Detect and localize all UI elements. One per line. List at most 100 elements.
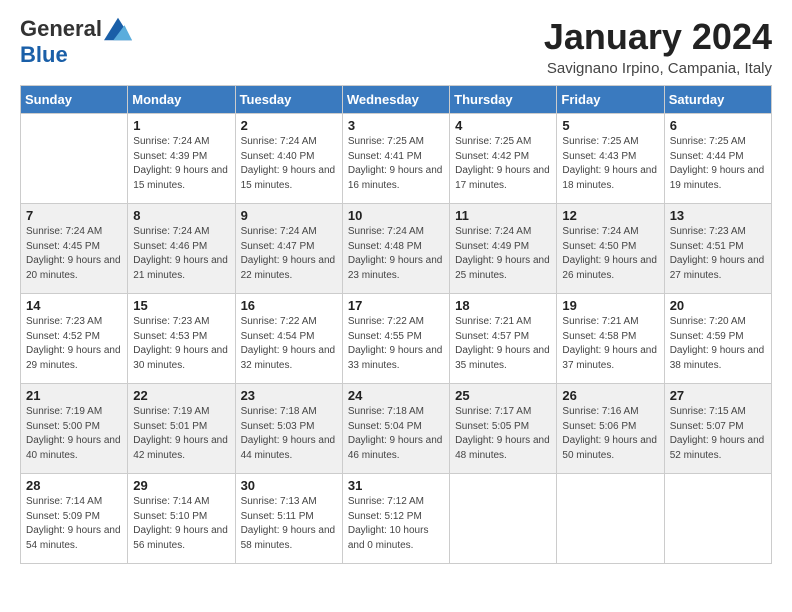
- day-number: 25: [455, 388, 551, 403]
- day-number: 11: [455, 208, 551, 223]
- calendar-cell: 4 Sunrise: 7:25 AMSunset: 4:42 PMDaylight…: [450, 114, 557, 204]
- calendar-cell: 20Sunrise: 7:20 AMSunset: 4:59 PMDayligh…: [664, 294, 771, 384]
- calendar-cell: 3 Sunrise: 7:25 AMSunset: 4:41 PMDaylight…: [342, 114, 449, 204]
- day-number: 8: [133, 208, 229, 223]
- day-info: Sunrise: 7:23 AMSunset: 4:51 PMDaylight:…: [670, 225, 766, 283]
- day-info: Sunrise: 7:24 AMSunset: 4:40 PMDaylight:…: [241, 135, 337, 193]
- header: General Blue January 2024 Savignano Irpi…: [20, 16, 772, 77]
- calendar-week-row: 1Sunrise: 7:24 AMSunset: 4:39 PMDaylight…: [21, 114, 772, 204]
- day-number: 17: [348, 298, 444, 313]
- day-info: Sunrise: 7:25 AMSunset: 4:44 PMDaylight:…: [670, 135, 766, 193]
- calendar-cell: 5 Sunrise: 7:25 AMSunset: 4:43 PMDaylight…: [557, 114, 664, 204]
- day-number: 26: [562, 388, 658, 403]
- day-number: 31: [348, 478, 444, 493]
- calendar-cell: 11 Sunrise: 7:24 AMSunset: 4:49 PMDayligh…: [450, 204, 557, 294]
- calendar-cell: [21, 114, 128, 204]
- logo-general: General: [20, 16, 102, 42]
- day-info: Sunrise: 7:25 AMSunset: 4:41 PMDaylight:…: [348, 135, 444, 193]
- calendar: SundayMondayTuesdayWednesdayThursdayFrid…: [20, 85, 772, 564]
- day-info: Sunrise: 7:12 AMSunset: 5:12 PMDaylight:…: [348, 495, 444, 553]
- day-number: 5: [562, 118, 658, 133]
- calendar-cell: [664, 474, 771, 564]
- calendar-cell: 2 Sunrise: 7:24 AMSunset: 4:40 PMDaylight…: [235, 114, 342, 204]
- day-number: 7: [26, 208, 122, 223]
- day-info: Sunrise: 7:21 AMSunset: 4:57 PMDaylight:…: [455, 315, 551, 373]
- day-info: Sunrise: 7:23 AMSunset: 4:52 PMDaylight:…: [26, 315, 122, 373]
- day-info: Sunrise: 7:25 AMSunset: 4:42 PMDaylight:…: [455, 135, 551, 193]
- calendar-cell: 25 Sunrise: 7:17 AMSunset: 5:05 PMDayligh…: [450, 384, 557, 474]
- calendar-cell: 16Sunrise: 7:22 AMSunset: 4:54 PMDayligh…: [235, 294, 342, 384]
- day-info: Sunrise: 7:18 AMSunset: 5:03 PMDaylight:…: [241, 405, 337, 463]
- day-number: 15: [133, 298, 229, 313]
- calendar-cell: 1Sunrise: 7:24 AMSunset: 4:39 PMDaylight…: [128, 114, 235, 204]
- day-number: 10: [348, 208, 444, 223]
- calendar-cell: 17 Sunrise: 7:22 AMSunset: 4:55 PMDayligh…: [342, 294, 449, 384]
- day-info: Sunrise: 7:24 AMSunset: 4:48 PMDaylight:…: [348, 225, 444, 283]
- day-info: Sunrise: 7:24 AMSunset: 4:50 PMDaylight:…: [562, 225, 658, 283]
- calendar-cell: 29Sunrise: 7:14 AMSunset: 5:10 PMDayligh…: [128, 474, 235, 564]
- calendar-cell: 7 Sunrise: 7:24 AMSunset: 4:45 PMDaylight…: [21, 204, 128, 294]
- day-info: Sunrise: 7:19 AMSunset: 5:01 PMDaylight:…: [133, 405, 229, 463]
- day-number: 1: [133, 118, 229, 133]
- logo-blue: Blue: [20, 42, 68, 68]
- calendar-cell: 24Sunrise: 7:18 AMSunset: 5:04 PMDayligh…: [342, 384, 449, 474]
- day-info: Sunrise: 7:24 AMSunset: 4:45 PMDaylight:…: [26, 225, 122, 283]
- day-number: 20: [670, 298, 766, 313]
- day-info: Sunrise: 7:15 AMSunset: 5:07 PMDaylight:…: [670, 405, 766, 463]
- day-number: 30: [241, 478, 337, 493]
- day-number: 16: [241, 298, 337, 313]
- day-info: Sunrise: 7:17 AMSunset: 5:05 PMDaylight:…: [455, 405, 551, 463]
- month-title: January 2024: [544, 16, 772, 58]
- day-info: Sunrise: 7:18 AMSunset: 5:04 PMDaylight:…: [348, 405, 444, 463]
- day-number: 4: [455, 118, 551, 133]
- day-number: 6: [670, 118, 766, 133]
- day-number: 19: [562, 298, 658, 313]
- calendar-cell: 13 Sunrise: 7:23 AMSunset: 4:51 PMDayligh…: [664, 204, 771, 294]
- calendar-cell: 14 Sunrise: 7:23 AMSunset: 4:52 PMDayligh…: [21, 294, 128, 384]
- day-info: Sunrise: 7:24 AMSunset: 4:46 PMDaylight:…: [133, 225, 229, 283]
- day-info: Sunrise: 7:13 AMSunset: 5:11 PMDaylight:…: [241, 495, 337, 553]
- day-info: Sunrise: 7:23 AMSunset: 4:53 PMDaylight:…: [133, 315, 229, 373]
- day-info: Sunrise: 7:22 AMSunset: 4:55 PMDaylight:…: [348, 315, 444, 373]
- calendar-cell: 10 Sunrise: 7:24 AMSunset: 4:48 PMDayligh…: [342, 204, 449, 294]
- title-area: January 2024 Savignano Irpino, Campania,…: [544, 16, 772, 77]
- calendar-cell: 23 Sunrise: 7:18 AMSunset: 5:03 PMDayligh…: [235, 384, 342, 474]
- calendar-cell: 18 Sunrise: 7:21 AMSunset: 4:57 PMDayligh…: [450, 294, 557, 384]
- day-number: 28: [26, 478, 122, 493]
- calendar-cell: [557, 474, 664, 564]
- day-number: 18: [455, 298, 551, 313]
- calendar-cell: 31 Sunrise: 7:12 AMSunset: 5:12 PMDayligh…: [342, 474, 449, 564]
- calendar-week-row: 7 Sunrise: 7:24 AMSunset: 4:45 PMDaylight…: [21, 204, 772, 294]
- logo: General Blue: [20, 16, 132, 68]
- day-number: 9: [241, 208, 337, 223]
- day-info: Sunrise: 7:14 AMSunset: 5:10 PMDaylight:…: [133, 495, 229, 553]
- weekday-header: Saturday: [664, 86, 771, 114]
- day-info: Sunrise: 7:25 AMSunset: 4:43 PMDaylight:…: [562, 135, 658, 193]
- calendar-cell: 15 Sunrise: 7:23 AMSunset: 4:53 PMDayligh…: [128, 294, 235, 384]
- day-number: 23: [241, 388, 337, 403]
- weekday-header: Monday: [128, 86, 235, 114]
- calendar-cell: 12Sunrise: 7:24 AMSunset: 4:50 PMDayligh…: [557, 204, 664, 294]
- calendar-cell: 21Sunrise: 7:19 AMSunset: 5:00 PMDayligh…: [21, 384, 128, 474]
- weekday-header: Sunday: [21, 86, 128, 114]
- weekday-header: Wednesday: [342, 86, 449, 114]
- weekday-header: Friday: [557, 86, 664, 114]
- day-number: 13: [670, 208, 766, 223]
- calendar-cell: 19 Sunrise: 7:21 AMSunset: 4:58 PMDayligh…: [557, 294, 664, 384]
- day-number: 14: [26, 298, 122, 313]
- day-info: Sunrise: 7:21 AMSunset: 4:58 PMDaylight:…: [562, 315, 658, 373]
- day-info: Sunrise: 7:24 AMSunset: 4:47 PMDaylight:…: [241, 225, 337, 283]
- day-number: 3: [348, 118, 444, 133]
- day-number: 2: [241, 118, 337, 133]
- day-info: Sunrise: 7:24 AMSunset: 4:49 PMDaylight:…: [455, 225, 551, 283]
- day-info: Sunrise: 7:14 AMSunset: 5:09 PMDaylight:…: [26, 495, 122, 553]
- calendar-cell: 8 Sunrise: 7:24 AMSunset: 4:46 PMDaylight…: [128, 204, 235, 294]
- day-info: Sunrise: 7:19 AMSunset: 5:00 PMDaylight:…: [26, 405, 122, 463]
- calendar-cell: [450, 474, 557, 564]
- calendar-week-row: 21Sunrise: 7:19 AMSunset: 5:00 PMDayligh…: [21, 384, 772, 474]
- weekday-header: Tuesday: [235, 86, 342, 114]
- calendar-cell: 9 Sunrise: 7:24 AMSunset: 4:47 PMDaylight…: [235, 204, 342, 294]
- weekday-header-row: SundayMondayTuesdayWednesdayThursdayFrid…: [21, 86, 772, 114]
- day-number: 27: [670, 388, 766, 403]
- calendar-cell: 28 Sunrise: 7:14 AMSunset: 5:09 PMDayligh…: [21, 474, 128, 564]
